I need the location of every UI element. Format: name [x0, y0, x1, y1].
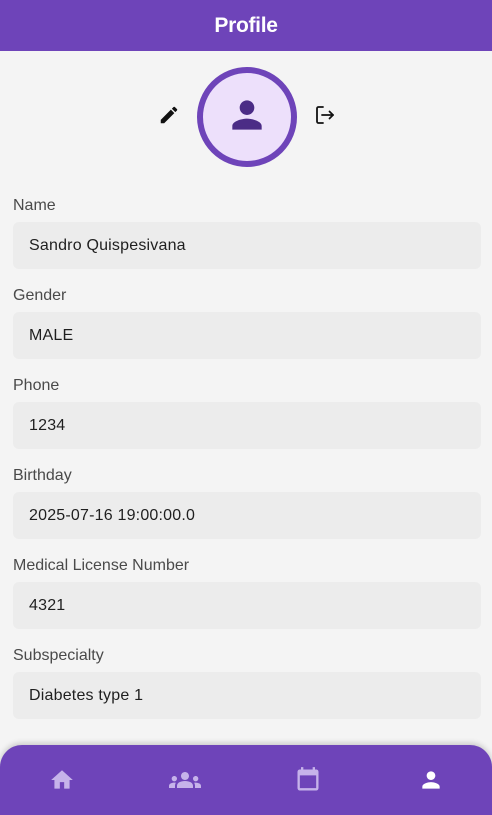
logout-icon	[313, 103, 337, 132]
medical-license-label: Medical License Number	[13, 557, 190, 574]
app-bar: Profile	[0, 0, 492, 51]
birthday-label: Birthday	[13, 467, 72, 484]
birthday-field[interactable]: 2025-07-16 19:00:00.0	[13, 492, 481, 539]
phone-field[interactable]: 1234	[13, 402, 481, 449]
medical-license-field[interactable]: 4321	[13, 582, 481, 629]
nav-item-calendar[interactable]	[246, 745, 369, 815]
person-icon	[418, 767, 444, 793]
bottom-nav	[0, 745, 492, 815]
nav-item-profile[interactable]	[369, 745, 492, 815]
name-field[interactable]: Sandro Quispesivana	[13, 222, 481, 269]
subspecialty-field[interactable]: Diabetes type 1	[13, 672, 481, 719]
profile-header	[0, 66, 492, 168]
name-label: Name	[13, 197, 56, 214]
groups-icon	[168, 764, 201, 796]
nav-item-home[interactable]	[0, 745, 123, 815]
page-title: Profile	[214, 13, 278, 37]
subspecialty-label: Subspecialty	[13, 647, 104, 664]
person-icon	[225, 93, 269, 142]
pencil-icon	[158, 104, 180, 131]
home-icon	[49, 767, 75, 793]
nav-item-groups[interactable]	[123, 745, 246, 815]
edit-profile-button[interactable]	[153, 101, 185, 133]
gender-label: Gender	[13, 287, 67, 304]
logout-button[interactable]	[309, 101, 341, 133]
phone-label: Phone	[13, 377, 60, 394]
avatar	[197, 67, 297, 167]
gender-field[interactable]: MALE	[13, 312, 481, 359]
calendar-icon	[294, 766, 322, 794]
